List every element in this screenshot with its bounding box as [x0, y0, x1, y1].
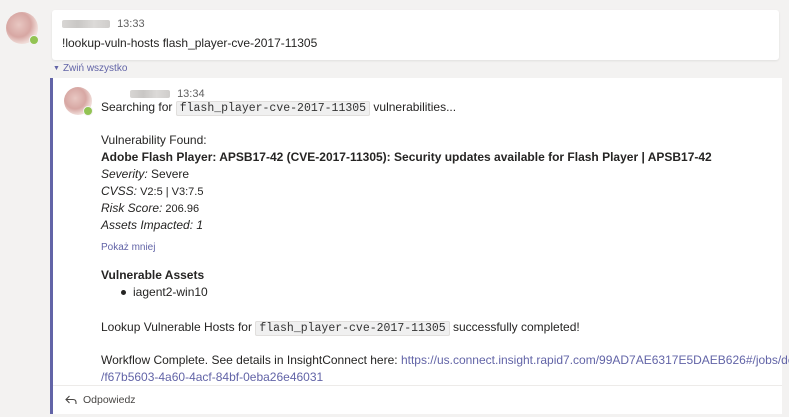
presence-available-icon	[29, 35, 39, 45]
sender-name-redacted	[130, 90, 170, 99]
avatar[interactable]	[6, 12, 39, 45]
thread-reply-container: 13:34 Searching for flash_player-cve-201…	[50, 78, 789, 414]
presence-available-icon	[83, 106, 93, 116]
divider	[53, 385, 782, 386]
assets-impacted-line: Assets Impacted: 1	[101, 218, 204, 232]
reply-arrow-icon	[65, 395, 77, 404]
inline-code: flash_player-cve-2017-11305	[175, 101, 371, 116]
vulnerability-found-label: Vulnerability Found:	[101, 133, 207, 147]
message-text: !lookup-vuln-hosts flash_player-cve-2017…	[62, 36, 318, 50]
lookup-complete-line: Lookup Vulnerable Hosts for flash_player…	[101, 320, 580, 336]
workflow-line: Workflow Complete. See details in Insigh…	[101, 353, 789, 367]
message-card: 13:33 !lookup-vuln-hosts flash_player-cv…	[52, 10, 779, 60]
reply-label: Odpowiedz	[83, 394, 136, 406]
message-time: 13:33	[117, 18, 145, 30]
sender-name-redacted	[62, 20, 110, 29]
collapse-all-button[interactable]: ▼ Zwiń wszystko	[53, 63, 127, 74]
workflow-link[interactable]: https://us.connect.insight.rapid7.com/99…	[401, 353, 789, 367]
vulnerable-assets-heading: Vulnerable Assets	[101, 268, 205, 282]
message-header: 13:33	[62, 18, 145, 30]
reply-header: 13:34	[130, 88, 205, 100]
bullet-icon	[121, 290, 126, 296]
vulnerability-title: Adobe Flash Player: APSB17-42 (CVE-2017-…	[101, 150, 712, 164]
show-less-link[interactable]: Pokaż mniej	[101, 242, 155, 253]
chevron-down-icon: ▼	[53, 65, 60, 72]
list-item: iagent2-win10	[121, 285, 208, 299]
reply-button[interactable]: Odpowiedz	[65, 394, 136, 406]
severity-line: Severity: Severe	[101, 167, 190, 181]
reply-time: 13:34	[177, 88, 205, 100]
workflow-link-continued[interactable]: /f67b5603-4a60-4acf-84bf-0eba26e46031	[101, 370, 323, 384]
inline-code: flash_player-cve-2017-11305	[255, 321, 450, 336]
risk-score-line: Risk Score: 206.96	[101, 201, 200, 215]
cvss-line: CVSS: V2:5 | V3:7.5	[101, 184, 204, 198]
searching-line: Searching for flash_player-cve-2017-1130…	[101, 100, 457, 116]
avatar[interactable]	[64, 87, 93, 116]
collapse-all-label: Zwiń wszystko	[62, 63, 128, 74]
